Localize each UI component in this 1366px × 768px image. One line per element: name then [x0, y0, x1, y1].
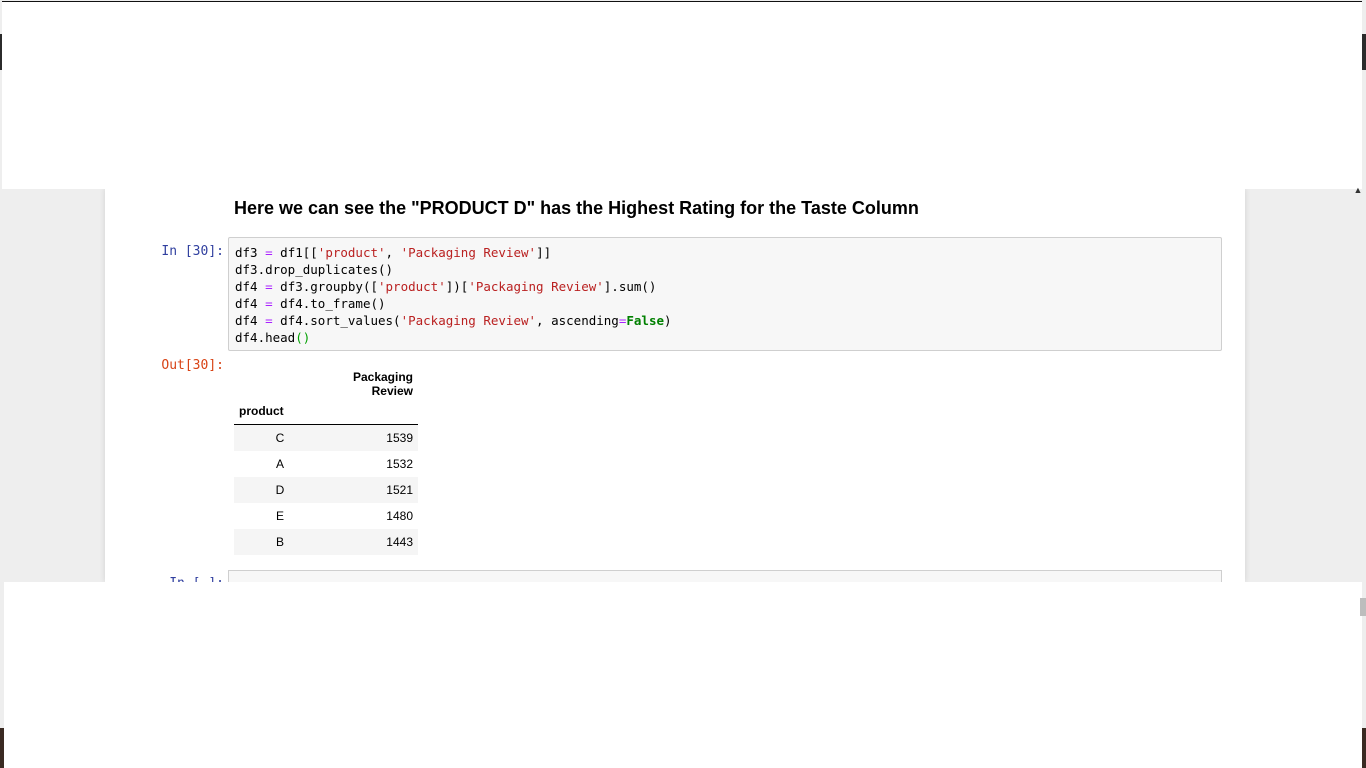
- scrollbar-track[interactable]: [1351, 188, 1366, 582]
- code-line: df4 = df4.to_frame(): [235, 296, 386, 311]
- overlay-band: [2, 73, 1362, 117]
- row-index: A: [275, 457, 284, 471]
- row-index: E: [275, 509, 284, 523]
- table-row: C 1539: [234, 424, 418, 451]
- window-frame-right: [1362, 34, 1366, 70]
- row-index: C: [275, 431, 285, 445]
- code-line: df4.head(): [235, 330, 311, 345]
- code-cell-editor[interactable]: df3 = df1[['product', 'Packaging Review'…: [228, 237, 1222, 351]
- table-row: B 1443: [234, 529, 418, 555]
- input-prompt: In [30]:: [161, 244, 224, 259]
- window-frame-bottom-right: [1362, 728, 1366, 768]
- code-line: df3 = df1[['product', 'Packaging Review'…: [235, 245, 552, 260]
- row-index: B: [275, 535, 284, 549]
- cell-value: 1539: [386, 431, 413, 445]
- code-line: df4 = df3.groupby(['product'])['Packagin…: [235, 279, 657, 294]
- scrollbar-thumb[interactable]: [1360, 598, 1366, 616]
- code-line: df3.drop_duplicates(): [235, 262, 394, 277]
- table-row: A 1532: [234, 451, 418, 477]
- bottom-blank-overlay: [4, 582, 1362, 768]
- cell-value: 1480: [386, 509, 413, 523]
- code-line: df4 = df4.sort_values('Packaging Review'…: [235, 313, 672, 328]
- table-row: D 1521: [234, 477, 418, 503]
- scroll-up-arrow-icon[interactable]: ▲: [1352, 184, 1364, 196]
- row-index: D: [275, 483, 285, 497]
- column-header: Packaging Review: [352, 370, 413, 398]
- column-header-row: Packaging Review: [234, 370, 418, 398]
- cell-value: 1443: [386, 535, 413, 549]
- index-name: product: [234, 398, 326, 425]
- markdown-heading: Here we can see the "PRODUCT D" has the …: [234, 198, 919, 218]
- cell-value: 1532: [386, 457, 413, 471]
- top-blank-overlay: [2, 1, 1362, 189]
- next-code-cell-editor[interactable]: [228, 570, 1222, 582]
- dataframe-output: Packaging Review product C 1539 A 1532 D 15…: [234, 370, 418, 555]
- output-prompt: Out[30]:: [161, 358, 224, 373]
- cell-value: 1521: [386, 483, 413, 497]
- index-name-row: product: [234, 398, 418, 425]
- table-row: E 1480: [234, 503, 418, 529]
